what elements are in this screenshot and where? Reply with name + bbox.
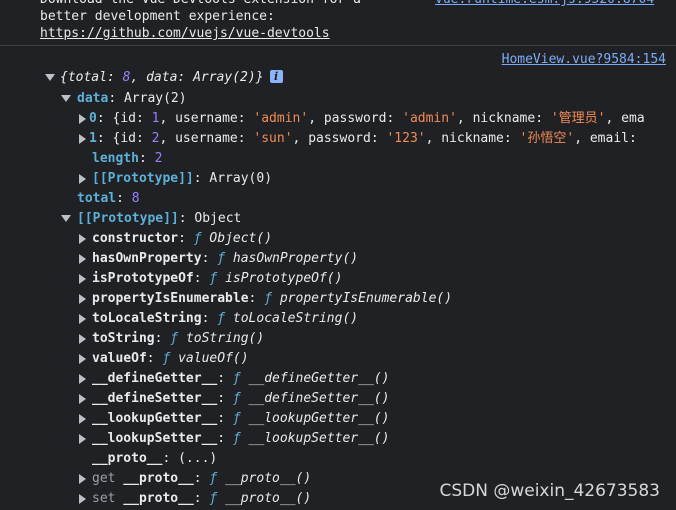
expand-arrow-icon[interactable] (79, 434, 86, 444)
proto-method-row[interactable]: toString: ƒ toString() (0, 329, 676, 349)
expand-arrow-icon[interactable] (79, 414, 86, 424)
expand-arrow-icon[interactable] (79, 374, 86, 384)
length-row: length: 2 (92, 151, 163, 166)
expand-arrow-icon[interactable] (79, 314, 86, 324)
array-prototype-row[interactable]: [[Prototype]]: Array(0) (0, 169, 676, 189)
expand-arrow-icon[interactable] (79, 474, 86, 484)
expand-arrow-icon[interactable] (79, 274, 86, 284)
expand-arrow-icon[interactable] (79, 494, 86, 504)
expand-arrow-icon[interactable] (79, 234, 86, 244)
info-icon[interactable]: i (269, 70, 283, 83)
csdn-watermark: CSDN @weixin_42673583 (439, 481, 660, 501)
proto-method-row[interactable]: __defineSetter__: ƒ __defineSetter__() (0, 389, 676, 409)
expand-arrow-icon[interactable] (79, 114, 86, 124)
expand-arrow-icon[interactable] (79, 134, 86, 144)
proto-accessor-row[interactable]: __proto__: (...) (0, 449, 676, 469)
data-property-row[interactable]: data: Array(2) (0, 89, 676, 109)
proto-method-row[interactable]: valueOf: ƒ valueOf() (0, 349, 676, 369)
expand-arrow-icon[interactable] (79, 394, 86, 404)
array-item-1-row[interactable]: 1: {id: 2, username: 'sun', password: '1… (0, 129, 676, 149)
array-item-0-row[interactable]: 0: {id: 1, username: 'admin', password: … (0, 109, 676, 129)
collapse-arrow-icon[interactable] (61, 95, 71, 102)
proto-method-row[interactable]: __lookupSetter__: ƒ __lookupSetter__() (0, 429, 676, 449)
collapse-arrow-icon[interactable] (61, 215, 71, 222)
proto-method-row[interactable]: constructor: ƒ Object() (0, 229, 676, 249)
previous-console-message: Download the Vue Devtools extension for … (0, 0, 676, 46)
proto-method-row[interactable]: __defineGetter__: ƒ __defineGetter__() (0, 369, 676, 389)
expand-arrow-icon[interactable] (79, 254, 86, 264)
log-source-link[interactable]: HomeView.vue?9584:154 (502, 51, 666, 69)
devtools-hint-line-1: Download the Vue Devtools extension for … (40, 0, 361, 8)
expand-arrow-icon[interactable] (79, 354, 86, 364)
total-row: total: 8 (77, 191, 140, 206)
proto-method-row[interactable]: __lookupGetter__: ƒ __lookupGetter__() (0, 409, 676, 429)
root-object-row[interactable]: {total: 8, data: Array(2)} i (0, 68, 676, 88)
expand-arrow-icon[interactable] (79, 174, 86, 184)
devtools-link[interactable]: https://github.com/vuejs/vue-devtools (40, 25, 330, 42)
proto-method-row[interactable]: propertyIsEnumerable: ƒ propertyIsEnumer… (0, 289, 676, 309)
proto-method-row[interactable]: toLocaleString: ƒ toLocaleString() (0, 309, 676, 329)
devtools-hint-line-2: better development experience: (40, 9, 275, 24)
proto-method-row[interactable]: isPrototypeOf: ƒ isPrototypeOf() (0, 269, 676, 289)
collapse-arrow-icon[interactable] (45, 74, 55, 81)
data-value: Array(2) (123, 91, 187, 106)
proto-method-row[interactable]: hasOwnProperty: ƒ hasOwnProperty() (0, 249, 676, 269)
previous-message-source-link[interactable]: vue.runtime.esm.js:9520:8704 (435, 0, 654, 8)
object-prototype-row[interactable]: [[Prototype]]: Object (0, 209, 676, 229)
expand-arrow-icon[interactable] (79, 294, 86, 304)
expand-arrow-icon[interactable] (79, 334, 86, 344)
root-object-summary: {total: 8, data: Array(2)} i (60, 68, 283, 88)
data-key: data (77, 91, 109, 106)
